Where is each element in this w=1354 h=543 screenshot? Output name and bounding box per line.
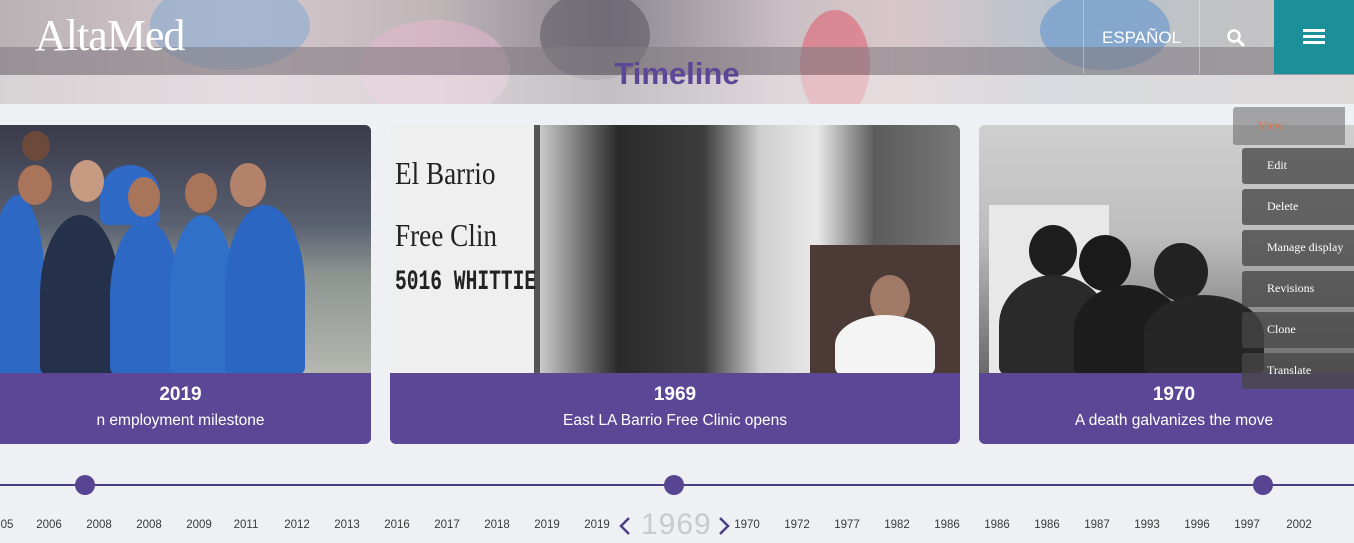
timeline-marker[interactable] (1253, 475, 1273, 495)
year-link[interactable]: 1987 (1084, 519, 1110, 531)
admin-tab-view[interactable]: View (1233, 107, 1345, 145)
year-link[interactable]: 2019 (584, 519, 610, 531)
year-link[interactable]: 1986 (934, 519, 960, 531)
year-link[interactable]: 2016 (384, 519, 410, 531)
year-link[interactable]: 2002 (1286, 519, 1312, 531)
year-link[interactable]: 2008 (136, 519, 162, 531)
year-link[interactable]: 1993 (1134, 519, 1160, 531)
card-year: 2019 (159, 384, 202, 405)
admin-tab-delete[interactable]: Delete (1242, 189, 1354, 225)
year-link[interactable]: 2009 (186, 519, 212, 531)
year-link[interactable]: 2017 (434, 519, 460, 531)
year-link[interactable]: 1986 (1034, 519, 1060, 531)
card-title: East LA Barrio Free Clinic opens (563, 412, 787, 429)
year-link[interactable]: 2006 (36, 519, 62, 531)
card-title: A death galvanizes the move (1074, 412, 1274, 429)
current-year: 1969 (641, 508, 712, 541)
card-photo (0, 125, 371, 373)
timeline-card[interactable]: El Barrio Free Clin 5016 WHITTIE 1969 Ea… (390, 125, 960, 444)
year-link[interactable]: 1982 (884, 519, 910, 531)
year-link[interactable]: 1970 (734, 519, 760, 531)
year-link[interactable]: 2018 (484, 519, 510, 531)
year-link[interactable]: 1986 (984, 519, 1010, 531)
timeline-card[interactable]: 2019 n employment milestone (0, 125, 371, 444)
admin-tab-revisions[interactable]: Revisions (1242, 271, 1354, 307)
card-title: n employment milestone (96, 412, 265, 429)
page-title: Timeline (614, 56, 740, 91)
altamed-logo[interactable]: AltaMed (35, 10, 185, 61)
year-link[interactable]: 1972 (784, 519, 810, 531)
language-link[interactable]: ESPAÑOL (1102, 28, 1181, 48)
timeline-marker[interactable] (75, 475, 95, 495)
year-link[interactable]: 05 (1, 519, 14, 531)
year-link[interactable]: 1996 (1184, 519, 1210, 531)
year-link[interactable]: 1997 (1234, 519, 1260, 531)
year-link[interactable]: 2013 (334, 519, 360, 531)
year-link[interactable]: 2008 (86, 519, 112, 531)
year-link[interactable]: 2012 (284, 519, 310, 531)
card-caption: 1969 East LA Barrio Free Clinic opens (390, 373, 960, 444)
year-link[interactable]: 1977 (834, 519, 860, 531)
chevron-left-icon[interactable] (618, 514, 632, 538)
admin-tab-clone[interactable]: Clone (1242, 312, 1354, 348)
admin-tab-translate[interactable]: Translate (1242, 353, 1354, 389)
year-link[interactable]: 2011 (234, 519, 259, 531)
admin-tab-edit[interactable]: Edit (1242, 148, 1354, 184)
admin-tab-manage-display[interactable]: Manage display (1242, 230, 1354, 266)
chevron-right-icon[interactable] (717, 514, 731, 538)
card-year: 1969 (653, 384, 697, 405)
card-photo: El Barrio Free Clin 5016 WHITTIE (390, 125, 960, 373)
search-icon[interactable] (1226, 28, 1246, 48)
year-link[interactable]: 2019 (534, 519, 560, 531)
timeline-marker[interactable] (664, 475, 684, 495)
card-caption: 2019 n employment milestone (0, 373, 371, 444)
